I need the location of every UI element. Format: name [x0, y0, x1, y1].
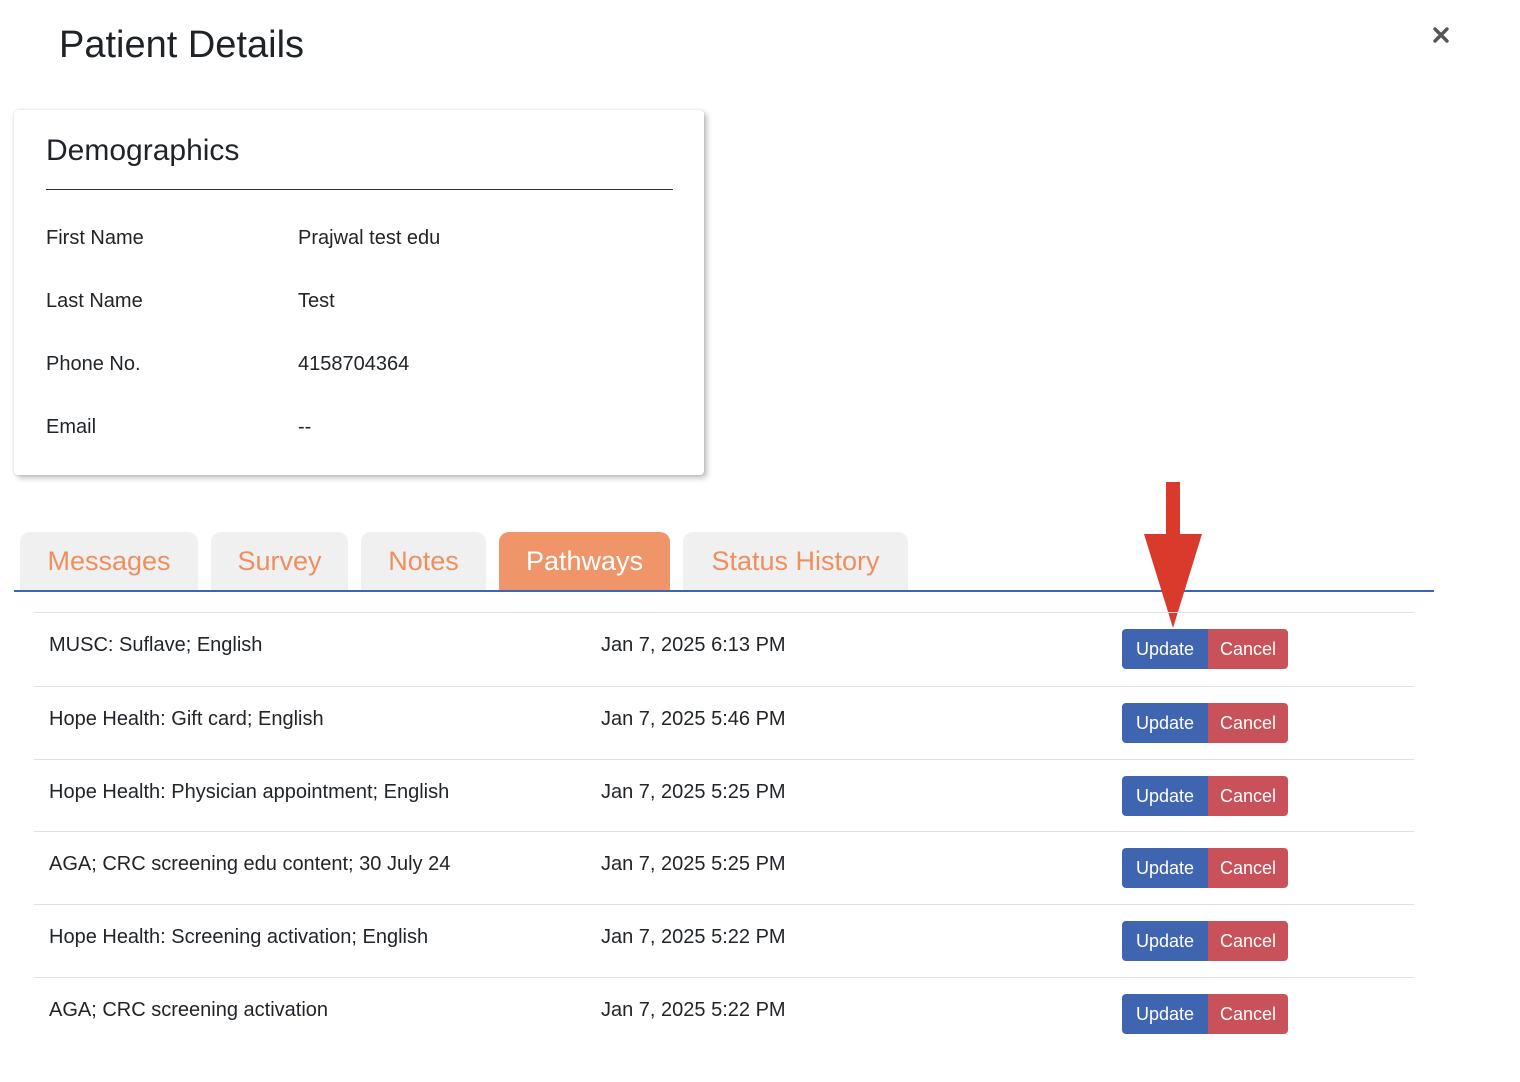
- pathway-name: MUSC: Suflave; English: [49, 634, 263, 656]
- row-actions: Update Cancel: [1122, 994, 1288, 1034]
- field-label: Email: [46, 416, 97, 438]
- field-label: Last Name: [46, 290, 143, 312]
- row-actions: Update Cancel: [1122, 776, 1288, 816]
- field-label: Phone No.: [46, 353, 141, 375]
- pathway-date: Jan 7, 2025 5:25 PM: [601, 853, 786, 875]
- pathway-date: Jan 7, 2025 5:22 PM: [601, 926, 786, 948]
- cancel-button[interactable]: Cancel: [1208, 629, 1288, 669]
- pathway-name: Hope Health: Gift card; English: [49, 708, 324, 730]
- pathway-name: AGA; CRC screening edu content; 30 July …: [49, 853, 451, 875]
- pathway-name: Hope Health: Physician appointment; Engl…: [49, 781, 450, 803]
- update-button[interactable]: Update: [1122, 921, 1208, 961]
- update-button[interactable]: Update: [1122, 848, 1208, 888]
- arrow-down-icon: [1144, 482, 1202, 628]
- table-row: Hope Health: Gift card; English Jan 7, 2…: [34, 686, 1414, 759]
- demographics-row-phone: Phone No. 4158704364: [46, 353, 673, 376]
- table-row: Hope Health: Screening activation; Engli…: [34, 904, 1414, 977]
- demographics-row-first-name: First Name Prajwal test edu: [46, 227, 673, 250]
- pathway-name: Hope Health: Screening activation; Engli…: [49, 926, 429, 948]
- field-value: Test: [298, 290, 335, 312]
- pathway-date: Jan 7, 2025 5:25 PM: [601, 781, 786, 803]
- tab-survey[interactable]: Survey: [211, 532, 348, 590]
- pathway-date: Jan 7, 2025 5:46 PM: [601, 708, 786, 730]
- row-actions: Update Cancel: [1122, 703, 1288, 743]
- demographics-title: Demographics: [46, 134, 240, 167]
- field-value: --: [298, 416, 312, 438]
- demographics-row-email: Email --: [46, 416, 673, 439]
- table-row: MUSC: Suflave; English Jan 7, 2025 6:13 …: [34, 612, 1414, 686]
- demographics-card: Demographics First Name Prajwal test edu…: [14, 110, 704, 475]
- page-title: Patient Details: [59, 24, 305, 66]
- cancel-button[interactable]: Cancel: [1208, 921, 1288, 961]
- close-button[interactable]: [1426, 20, 1456, 50]
- divider: [46, 189, 673, 190]
- row-actions: Update Cancel: [1122, 629, 1288, 669]
- field-value: 4158704364: [298, 353, 410, 375]
- close-icon[interactable]: [1432, 26, 1450, 44]
- pathway-list: MUSC: Suflave; English Jan 7, 2025 6:13 …: [34, 612, 1414, 1049]
- field-value: Prajwal test edu: [298, 227, 441, 249]
- update-button[interactable]: Update: [1122, 994, 1208, 1034]
- table-row: AGA; CRC screening edu content; 30 July …: [34, 831, 1414, 904]
- row-actions: Update Cancel: [1122, 848, 1288, 888]
- cancel-button[interactable]: Cancel: [1208, 994, 1288, 1034]
- tab-status-history[interactable]: Status History: [683, 532, 908, 590]
- table-row: AGA; CRC screening activation Jan 7, 202…: [34, 977, 1414, 1049]
- update-button[interactable]: Update: [1122, 776, 1208, 816]
- cancel-button[interactable]: Cancel: [1208, 776, 1288, 816]
- cancel-button[interactable]: Cancel: [1208, 703, 1288, 743]
- tab-messages[interactable]: Messages: [20, 532, 198, 590]
- table-row: Hope Health: Physician appointment; Engl…: [34, 759, 1414, 831]
- pathway-name: AGA; CRC screening activation: [49, 999, 329, 1021]
- pathway-date: Jan 7, 2025 6:13 PM: [601, 634, 786, 656]
- update-button[interactable]: Update: [1122, 629, 1208, 669]
- row-actions: Update Cancel: [1122, 921, 1288, 961]
- cancel-button[interactable]: Cancel: [1208, 848, 1288, 888]
- tab-bar: Messages Survey Notes Pathways Status Hi…: [14, 532, 1434, 592]
- update-button[interactable]: Update: [1122, 703, 1208, 743]
- tab-notes[interactable]: Notes: [361, 532, 486, 590]
- tab-pathways[interactable]: Pathways: [499, 532, 670, 590]
- pathway-date: Jan 7, 2025 5:22 PM: [601, 999, 786, 1021]
- demographics-row-last-name: Last Name Test: [46, 290, 673, 313]
- field-label: First Name: [46, 227, 144, 249]
